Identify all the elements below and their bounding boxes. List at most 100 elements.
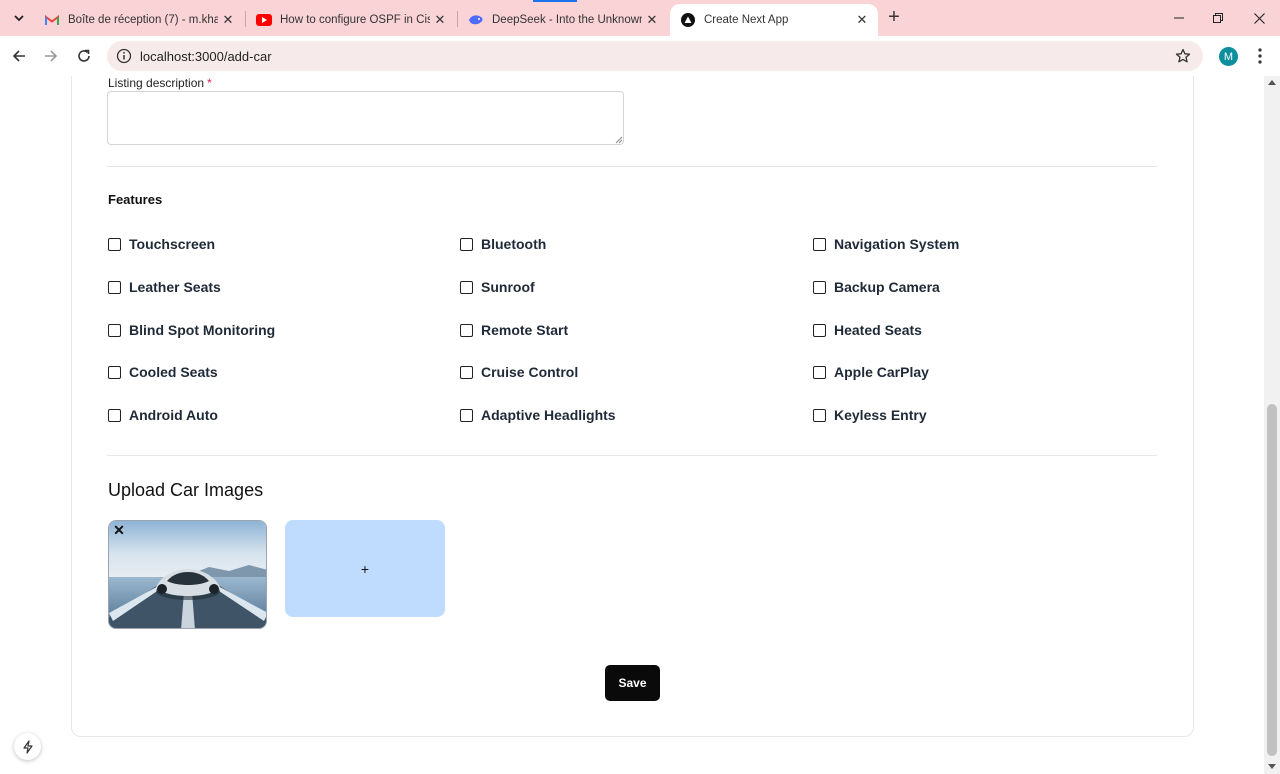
checkbox-icon[interactable] [108,408,121,422]
back-button[interactable] [9,46,29,66]
youtube-icon [256,12,272,28]
restore-button[interactable] [1208,8,1228,28]
form-card [71,76,1194,737]
reload-button[interactable] [74,46,94,66]
close-icon[interactable]: ✕ [220,12,236,28]
tab-title: How to configure OSPF in Cisco [280,14,430,26]
tab-deepseek[interactable]: DeepSeek - Into the Unknown ✕ [458,4,668,36]
section-divider [107,166,1157,167]
feature-checkbox[interactable]: Keyless Entry [813,407,927,423]
feature-label: Touchscreen [129,236,216,252]
feature-label: Cooled Seats [129,364,218,380]
close-icon[interactable]: ✕ [432,12,448,28]
checkbox-icon[interactable] [460,408,473,422]
add-image-button[interactable]: + [285,520,445,617]
site-info-icon[interactable] [116,48,132,64]
feature-checkbox[interactable]: Adaptive Headlights [460,407,616,423]
browser-menu-icon[interactable] [1252,47,1268,65]
checkbox-icon[interactable] [108,280,121,294]
checkbox-icon[interactable] [108,323,121,337]
tab-strip: Boîte de réception (7) - m.khale ✕ How t… [0,0,1280,36]
tab-youtube[interactable]: How to configure OSPF in Cisco ✕ [246,4,456,36]
page-viewport: Listing description * Features Touchscree… [0,76,1264,774]
listing-description-label: Listing description * [108,76,212,90]
feature-checkbox[interactable]: Leather Seats [108,279,221,295]
tab-title: DeepSeek - Into the Unknown [492,14,642,26]
forward-button[interactable] [41,46,61,66]
feature-checkbox[interactable]: Backup Camera [813,279,940,295]
plus-icon: + [360,560,370,577]
chevron-down-icon [14,15,24,22]
bookmark-star-icon[interactable] [1175,48,1191,64]
required-asterisk: * [207,76,212,90]
feature-checkbox[interactable]: Sunroof [460,279,535,295]
checkbox-icon[interactable] [813,280,826,294]
scroll-up-arrow-icon[interactable] [1268,80,1276,85]
gmail-icon [44,12,60,28]
tab-title: Boîte de réception (7) - m.khale [68,14,218,26]
feature-checkbox[interactable]: Navigation System [813,236,959,252]
features-heading: Features [108,192,163,207]
feature-label: Keyless Entry [834,407,927,423]
url-text[interactable]: localhost:3000/add-car [140,49,272,64]
label-text: Listing description [108,76,205,90]
remove-image-button[interactable]: ✕ [112,522,126,538]
checkbox-icon[interactable] [813,323,826,337]
feature-label: Adaptive Headlights [481,407,616,423]
checkbox-icon[interactable] [460,365,473,379]
lightning-icon [22,739,33,754]
feature-label: Android Auto [129,407,218,423]
minimize-button[interactable] [1169,8,1189,28]
minimize-icon [1174,17,1184,19]
feature-label: Heated Seats [834,322,922,338]
close-icon[interactable]: ✕ [644,12,660,28]
feature-checkbox[interactable]: Android Auto [108,407,218,423]
tab-create-next-app[interactable]: Create Next App ✕ [670,4,878,36]
checkbox-icon[interactable] [460,323,473,337]
close-icon [1253,12,1265,24]
feature-checkbox[interactable]: Bluetooth [460,236,546,252]
reload-icon [78,49,90,62]
checkbox-icon[interactable] [460,280,473,294]
feature-label: Leather Seats [129,279,221,295]
feature-checkbox[interactable]: Touchscreen [108,236,215,252]
profile-avatar[interactable]: M [1219,47,1238,66]
save-button[interactable]: Save [605,665,660,701]
restore-icon [1213,13,1223,23]
tab-search-button[interactable] [8,8,30,28]
upload-images-heading: Upload Car Images [108,480,264,500]
address-bar[interactable]: localhost:3000/add-car [107,41,1203,71]
dev-tools-button[interactable] [14,733,41,760]
feature-checkbox[interactable]: Cruise Control [460,364,578,380]
feature-label: Sunroof [481,279,535,295]
feature-label: Backup Camera [834,279,940,295]
checkbox-icon[interactable] [813,365,826,379]
scroll-down-arrow-icon[interactable] [1268,764,1276,769]
resize-handle-icon[interactable] [615,136,623,144]
tab-title: Create Next App [704,14,789,26]
browser-toolbar: localhost:3000/add-car M [0,36,1280,76]
new-tab-button[interactable]: + [884,7,904,28]
checkbox-icon[interactable] [813,237,826,251]
checkbox-icon[interactable] [108,237,121,251]
arrow-left-icon [12,50,25,62]
close-window-button[interactable] [1249,8,1269,28]
checkbox-icon[interactable] [108,365,121,379]
feature-checkbox[interactable]: Remote Start [460,322,568,338]
feature-checkbox[interactable]: Cooled Seats [108,364,218,380]
feature-checkbox[interactable]: Blind Spot Monitoring [108,322,275,338]
feature-checkbox[interactable]: Apple CarPlay [813,364,929,380]
page-scrollbar[interactable] [1264,76,1280,774]
listing-description-textarea[interactable] [107,91,624,145]
loading-indicator [533,0,577,2]
feature-label: Navigation System [834,236,960,252]
checkbox-icon[interactable] [813,408,826,422]
section-divider [107,455,1157,456]
car-photo-image [109,521,266,628]
feature-label: Cruise Control [481,364,579,380]
feature-checkbox[interactable]: Heated Seats [813,322,922,338]
close-icon[interactable]: ✕ [854,12,870,28]
tab-gmail[interactable]: Boîte de réception (7) - m.khale ✕ [34,4,244,36]
scroll-thumb[interactable] [1267,404,1277,756]
checkbox-icon[interactable] [460,237,473,251]
